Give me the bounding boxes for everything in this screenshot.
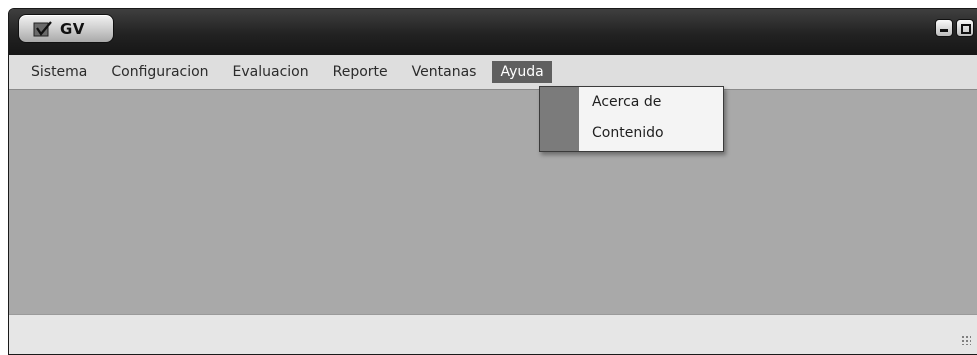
ayuda-dropdown-menu: Acerca de Contenido (539, 86, 724, 152)
menu-reporte[interactable]: Reporte (325, 61, 396, 83)
minimize-icon[interactable] (935, 19, 953, 37)
menu-item-acerca-de[interactable]: Acerca de (592, 94, 661, 110)
title-bar[interactable]: GV (9, 9, 977, 55)
main-content-area (9, 89, 977, 314)
menu-configuracion[interactable]: Configuracion (103, 61, 216, 83)
resize-grip-icon[interactable] (961, 335, 971, 345)
maximize-icon[interactable] (956, 19, 974, 37)
menu-ayuda[interactable]: Ayuda (492, 61, 552, 83)
menu-icon-gutter (540, 87, 579, 151)
menu-bar: Sistema Configuracion Evaluacion Reporte… (9, 55, 977, 89)
status-bar (9, 314, 977, 354)
app-title-badge[interactable]: GV (18, 14, 114, 43)
app-window: GV Sistema Configuracion Evaluacion Repo… (8, 8, 977, 355)
menu-evaluacion[interactable]: Evaluacion (225, 61, 317, 83)
gv-logo-icon (33, 20, 52, 36)
menu-sistema[interactable]: Sistema (23, 61, 95, 83)
menu-ventanas[interactable]: Ventanas (404, 61, 485, 83)
menu-item-contenido[interactable]: Contenido (592, 125, 664, 141)
window-controls (935, 19, 977, 37)
window-title: GV (60, 19, 85, 38)
